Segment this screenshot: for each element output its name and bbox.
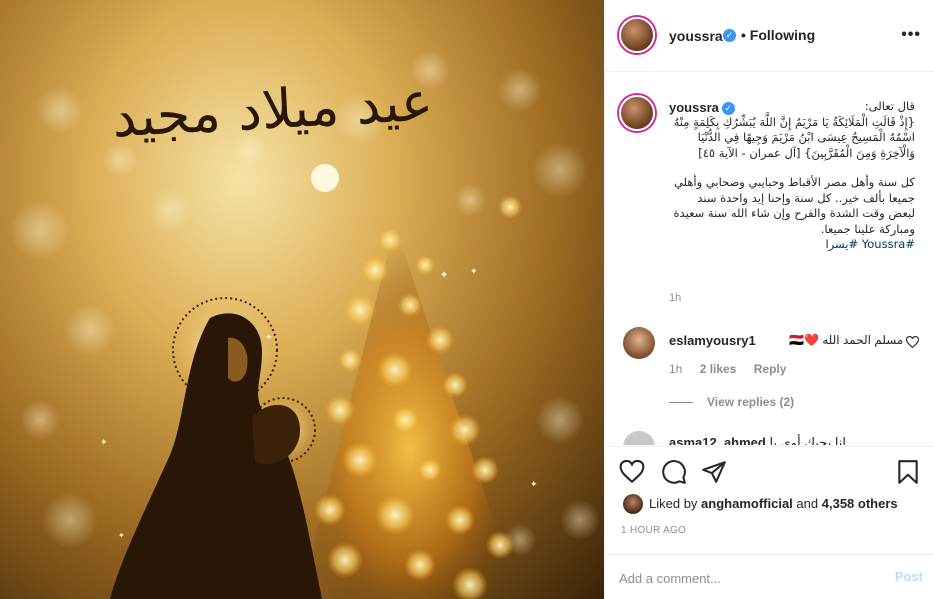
likes-summary: Liked by anghamofficial and 4,358 others (649, 496, 898, 511)
svg-text:✦: ✦ (100, 437, 108, 447)
more-icon[interactable]: ••• (901, 26, 921, 44)
liked-by-others[interactable]: 4,358 others (822, 496, 898, 511)
liked-by-prefix: Liked by (649, 496, 698, 511)
comment-reply-button[interactable]: Reply (754, 362, 787, 376)
comment-time: 1h (669, 362, 683, 376)
add-comment-input[interactable] (619, 567, 869, 589)
commenter-avatar[interactable] (623, 431, 655, 445)
post-comment-button[interactable]: Post (895, 569, 923, 584)
svg-text:✦: ✦ (470, 266, 478, 276)
follow-status[interactable]: • Following (741, 27, 815, 43)
comment-likes[interactable]: 2 likes (700, 362, 737, 376)
caption-hashtags[interactable]: #Youssra #يسرا (669, 237, 915, 253)
post-actions: Liked by anghamofficial and 4,358 others… (605, 446, 934, 599)
verified-icon: ✓ (723, 29, 736, 42)
caption-text: قال تعالى: {إِذْ قَالَتِ الْمَلَائِكَةُ … (669, 99, 915, 267)
caption-line2: {إِذْ قَالَتِ الْمَلَائِكَةُ يَا مَرْيَم… (673, 114, 915, 160)
liked-by-and: and (796, 496, 819, 511)
comment-heart-icon[interactable] (905, 335, 920, 351)
follow-label: Following (749, 27, 816, 43)
post-header: youssra ✓ • Following ••• (605, 0, 934, 72)
caption-line1: قال تعالى: (864, 99, 915, 113)
svg-text:✦: ✦ (440, 270, 448, 281)
author-avatar[interactable] (619, 17, 655, 53)
comment-icon[interactable] (661, 459, 689, 487)
share-icon[interactable] (701, 459, 729, 487)
svg-text:✦: ✦ (530, 479, 538, 489)
liker-avatar[interactable] (623, 494, 643, 514)
caption-time: 1h (669, 292, 682, 304)
comment-username[interactable]: asma12_ahmed (669, 435, 766, 445)
view-replies-button[interactable]: View replies (2) (669, 395, 794, 409)
comment-row: asma12_ahmed انا بحبك أوي يا ... (669, 435, 860, 445)
bookmark-icon[interactable] (895, 459, 923, 487)
svg-text:✦: ✦ (118, 531, 125, 540)
liked-by-user[interactable]: anghamofficial (701, 496, 793, 511)
comments-section[interactable]: youssra ✓ قال تعالى: {إِذْ قَالَتِ الْمَل… (605, 73, 934, 445)
add-comment-bar: Post (605, 554, 934, 599)
comment-text: انا بحبك أوي يا ... (769, 435, 861, 445)
post-image[interactable]: ✦ ✦ ✦ ✦ ✦ ✦ ✦ ✦ عيد ميلاد مجيد (0, 0, 604, 599)
post-panel: youssra ✓ • Following ••• youssra ✓ قال ت… (604, 0, 934, 599)
caption-line3: كل سنة وأهل مصر الأقباط وحبايبي وصحابي و… (673, 175, 915, 236)
author-username[interactable]: youssra (669, 28, 723, 44)
comment-username[interactable]: eslamyousry1 (669, 333, 756, 348)
post-timestamp: 1 HOUR AGO (621, 525, 687, 536)
heart-icon[interactable] (619, 459, 647, 487)
comment-meta: 1h 2 likes Reply (669, 362, 800, 376)
caption-author-avatar[interactable] (619, 95, 655, 131)
christmas-tree (286, 225, 520, 599)
comment-text: مسلم الحمد الله ❤️🇪🇬 (789, 333, 904, 347)
commenter-avatar[interactable] (623, 327, 655, 359)
